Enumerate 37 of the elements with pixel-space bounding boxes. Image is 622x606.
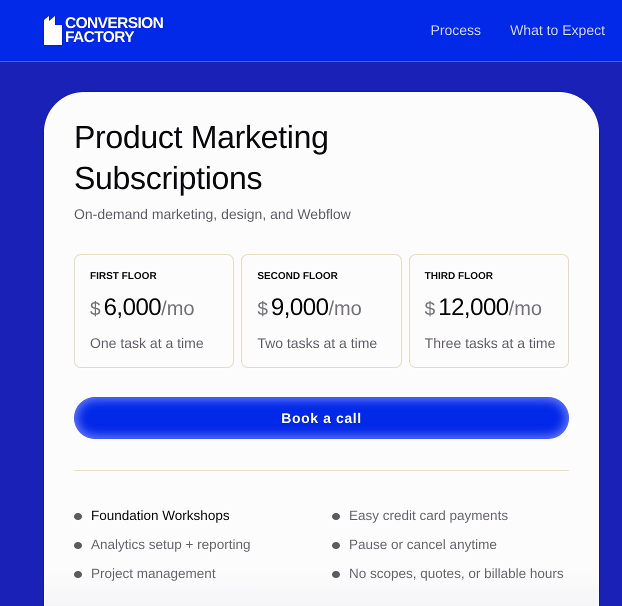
- feature-item: Foundation Workshops: [91, 507, 230, 525]
- feature-item: Project management: [91, 565, 216, 583]
- nav-link[interactable]: Process: [430, 20, 482, 41]
- plan-description: Two tasks at a time: [257, 334, 378, 353]
- currency-symbol: $: [257, 298, 268, 322]
- bullet-icon: [332, 542, 340, 548]
- price-period: /mo: [328, 297, 362, 322]
- plan-card[interactable]: THIRD FLOOR $12,000/mo Three tasks at a time: [408, 254, 569, 368]
- plan-price: 6,000: [104, 293, 162, 323]
- book-call-button[interactable]: Book a call: [74, 397, 569, 439]
- bullet-icon: [332, 512, 340, 520]
- plan-label: FIRST FLOOR: [90, 271, 158, 283]
- price-period: /mo: [161, 297, 194, 322]
- feature-item: Analytics setup + reporting: [91, 536, 250, 554]
- card-subtitle: On-demand marketing, design, and Webflow: [74, 205, 352, 224]
- plan-price: 12,000: [438, 293, 509, 323]
- bullet-icon: [74, 512, 82, 520]
- plan-price: 9,000: [270, 293, 328, 323]
- plan-description: Three tasks at a time: [424, 334, 553, 353]
- currency-symbol: $: [90, 298, 101, 322]
- bullet-icon: [332, 570, 340, 578]
- plan-card[interactable]: FIRST FLOOR $6,000/mo One task at a time: [74, 254, 234, 368]
- bullet-icon: [74, 570, 82, 578]
- bullet-icon: [74, 542, 82, 548]
- plan-label: THIRD FLOOR: [424, 271, 494, 283]
- plan-description: One task at a time: [90, 334, 205, 353]
- currency-symbol: $: [424, 298, 436, 322]
- nav-link[interactable]: What to Expect: [510, 20, 605, 41]
- feature-item: No scopes, quotes, or billable hours: [349, 565, 564, 583]
- plan-label: SECOND FLOOR: [257, 271, 339, 283]
- price-period: /mo: [508, 297, 542, 322]
- card-title: Product Marketing Subscriptions: [74, 118, 330, 198]
- feature-item: Pause or cancel anytime: [349, 536, 497, 554]
- logo-wordmark[interactable]: CONVERSION FACTORY: [65, 16, 164, 44]
- factory-logo-icon: [44, 16, 62, 45]
- feature-item: Easy credit card payments: [349, 507, 508, 525]
- plan-card[interactable]: SECOND FLOOR $9,000/mo Two tasks at a time: [241, 254, 402, 368]
